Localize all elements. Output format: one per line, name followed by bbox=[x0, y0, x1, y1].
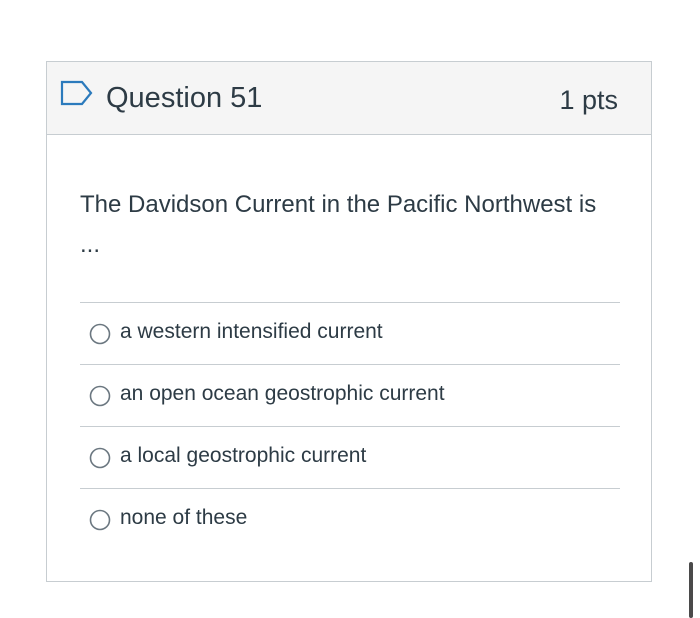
answer-list: a western intensified current an open oc… bbox=[80, 302, 620, 550]
answer-label[interactable]: none of these bbox=[120, 503, 247, 533]
question-text: The Davidson Current in the Pacific Nort… bbox=[80, 191, 597, 258]
flag-bookmark-icon[interactable] bbox=[60, 80, 94, 106]
answer-label[interactable]: a western intensified current bbox=[120, 317, 383, 347]
answer-label[interactable]: a local geostrophic current bbox=[120, 441, 366, 471]
scrollbar-thumb[interactable] bbox=[689, 562, 693, 618]
answer-option[interactable]: an open ocean geostrophic current bbox=[80, 364, 620, 426]
radio-button-icon[interactable] bbox=[89, 447, 111, 469]
radio-button-icon[interactable] bbox=[89, 323, 111, 345]
answer-option[interactable]: a local geostrophic current bbox=[80, 426, 620, 488]
question-card: Question 51 1 pts The Davidson Current i… bbox=[46, 61, 652, 582]
question-header: Question 51 1 pts bbox=[47, 62, 651, 135]
answer-option[interactable]: a western intensified current bbox=[80, 302, 620, 364]
question-points: 1 pts bbox=[559, 85, 618, 115]
radio-button-icon[interactable] bbox=[89, 509, 111, 531]
answer-option[interactable]: none of these bbox=[80, 488, 620, 550]
radio-button-icon[interactable] bbox=[89, 385, 111, 407]
question-title: Question 51 bbox=[106, 82, 263, 114]
answer-label[interactable]: an open ocean geostrophic current bbox=[120, 379, 445, 409]
